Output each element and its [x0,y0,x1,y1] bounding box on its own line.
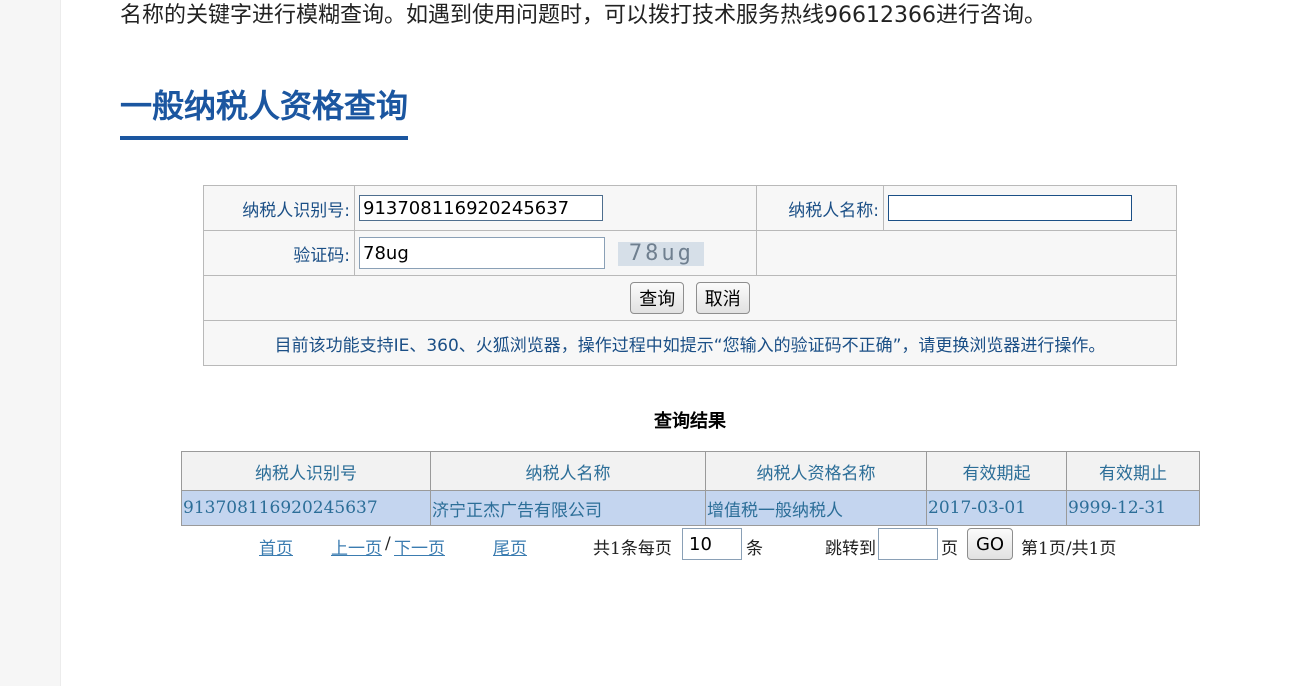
prev-page-link[interactable]: 上一页 [331,534,382,559]
cell-valid-to: 9999-12-31 [1066,490,1200,526]
taxpayer-id-input[interactable] [359,195,603,221]
next-page-link[interactable]: 下一页 [394,534,445,559]
cell-taxpayer-id: 913708116920245637 [181,490,431,526]
captcha-input[interactable] [359,237,605,269]
column-header: 有效期止 [1066,451,1200,491]
page-size-input[interactable] [682,528,742,560]
taxpayer-name-label: 纳税人名称: [756,185,884,231]
cancel-button[interactable]: 取消 [695,282,750,314]
column-header: 有效期起 [926,451,1067,491]
browser-notice: 目前该功能支持IE、360、火狐浏览器，操作过程中如提示“您输入的验证码不正确”… [203,320,1177,366]
taxpayer-id-label: 纳税人识别号: [203,185,355,231]
results-header-row: 纳税人识别号 纳税人名称 纳税人资格名称 有效期起 有效期止 [181,451,1200,491]
query-button[interactable]: 查询 [630,282,685,314]
cell-qualification: 增值税一般纳税人 [705,490,927,526]
taxpayer-name-input[interactable] [888,195,1132,221]
pager-separator: / [385,534,391,554]
results-table: 纳税人识别号 纳税人名称 纳税人资格名称 有效期起 有效期止 913708116… [181,451,1200,526]
intro-text: 名称的关键字进行模糊查询。如遇到使用问题时，可以拨打技术服务热线96612366… [120,3,1046,28]
jump-page-input[interactable] [878,528,938,560]
column-header: 纳税人名称 [430,451,706,491]
page-size-unit: 条 [746,539,763,559]
first-page-link[interactable]: 首页 [259,534,293,559]
jump-label: 跳转到 [825,539,876,559]
page-status: 第1页/共1页 [1021,539,1117,559]
query-form: 纳税人识别号: 纳税人名称: 验证码: 78ug 查询 取消 目前该功能支持IE… [203,185,1177,366]
table-row: 913708116920245637 济宁正杰广告有限公司 增值税一般纳税人 2… [181,490,1200,526]
column-header: 纳税人资格名称 [705,451,927,491]
go-button[interactable]: GO [967,528,1013,560]
page-title: 一般纳税人资格查询 [120,82,409,140]
results-title: 查询结果 [654,411,726,432]
last-page-link[interactable]: 尾页 [493,534,527,559]
captcha-label: 验证码: [203,230,355,276]
cell-taxpayer-name: 济宁正杰广告有限公司 [430,490,706,526]
captcha-image[interactable]: 78ug [618,241,705,266]
column-header: 纳税人识别号 [181,451,431,491]
pagination: 首页 上一页 / 下一页 尾页 共1条每页 条 跳转到 页 GO 第1页/共1页 [0,528,1295,560]
jump-unit: 页 [941,539,958,559]
total-count-text: 共1条每页 [593,539,672,559]
cell-valid-from: 2017-03-01 [926,490,1067,526]
